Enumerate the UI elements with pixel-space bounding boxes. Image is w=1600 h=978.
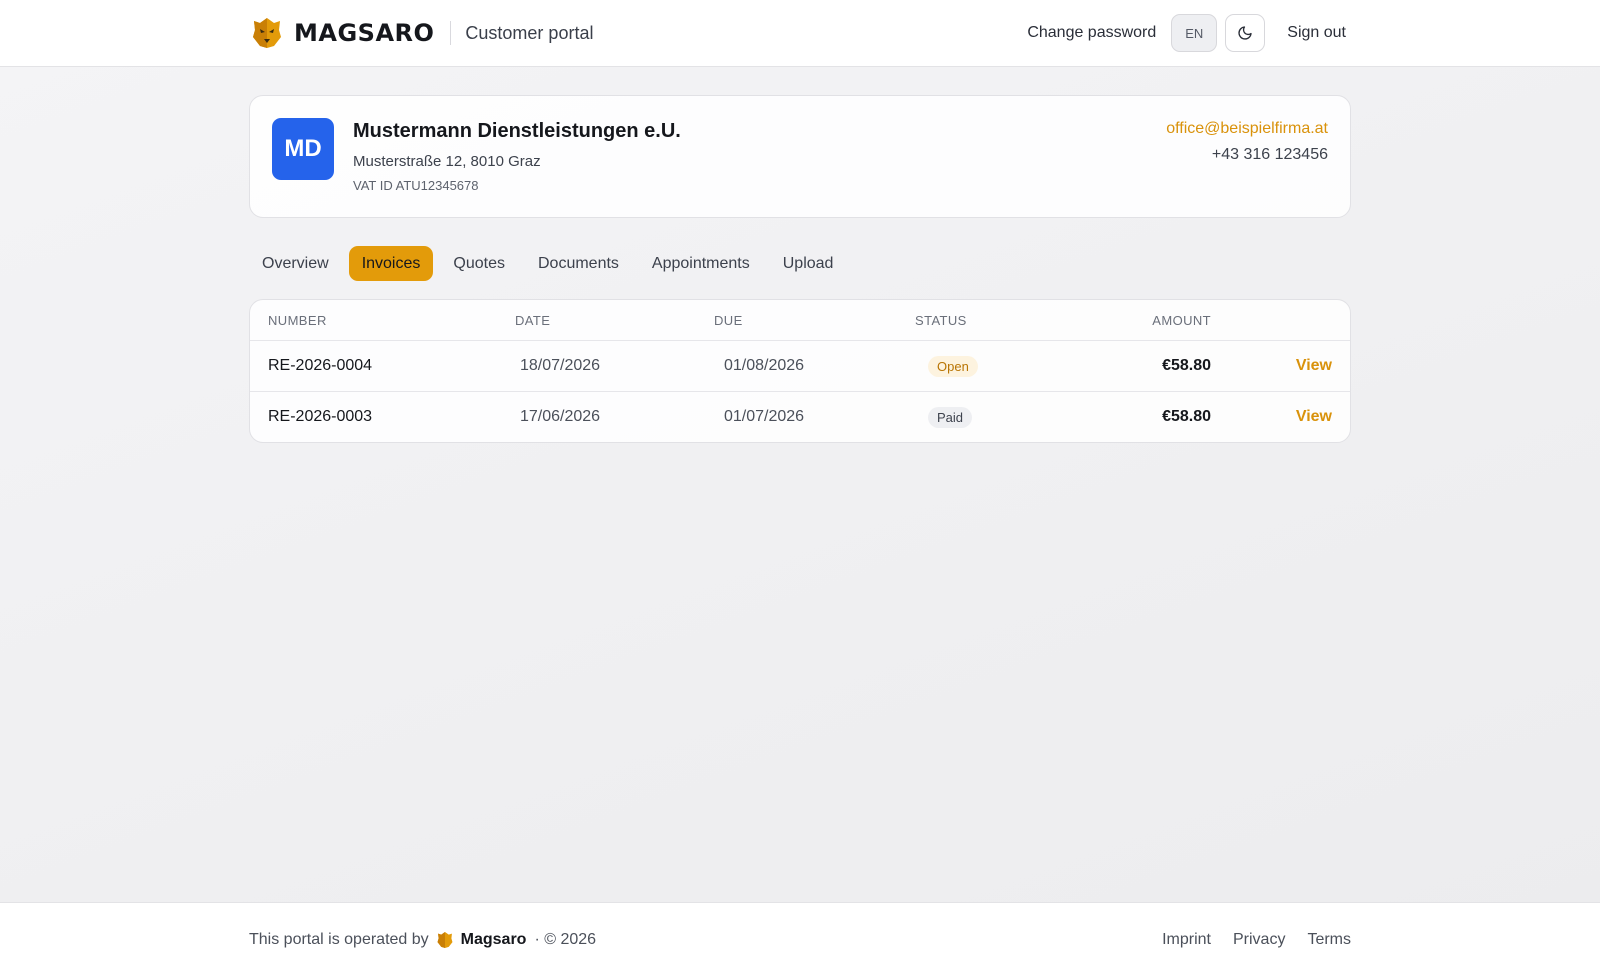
column-header-number: NUMBER bbox=[268, 313, 327, 328]
footer-operated-by-text: This portal is operated by bbox=[249, 931, 429, 948]
view-invoice-link[interactable]: View bbox=[1296, 357, 1332, 375]
table-header: NUMBER DATE DUE STATUS AMOUNT bbox=[250, 300, 1350, 341]
column-header-amount: AMOUNT bbox=[1152, 313, 1211, 328]
footer-links: Imprint Privacy Terms bbox=[1140, 931, 1351, 949]
brand-name: MAGSARO bbox=[294, 19, 435, 47]
customer-name: Mustermann Dienstleistungen e.U. bbox=[353, 120, 681, 142]
footer-operator: This portal is operated by Magsaro · © 2… bbox=[249, 931, 596, 949]
invoice-amount: €58.80 bbox=[1162, 357, 1211, 374]
customer-avatar: MD bbox=[272, 118, 334, 180]
theme-toggle-button[interactable] bbox=[1225, 14, 1266, 52]
table-row: RE-2026-0003 17/06/2026 01/07/2026 Paid … bbox=[250, 392, 1350, 442]
customer-address: Musterstraße 12, 8010 Graz bbox=[353, 153, 541, 170]
invoice-amount: €58.80 bbox=[1162, 408, 1211, 425]
footer-brand-link[interactable]: Magsaro bbox=[461, 931, 527, 949]
footer: This portal is operated by Magsaro · © 2… bbox=[0, 902, 1600, 978]
change-password-link[interactable]: Change password bbox=[1027, 24, 1156, 42]
tab-appointments[interactable]: Appointments bbox=[639, 246, 763, 281]
table-row: RE-2026-0004 18/07/2026 01/08/2026 Open … bbox=[250, 341, 1350, 392]
invoice-number: RE-2026-0003 bbox=[268, 408, 373, 425]
customer-card: MD Mustermann Dienstleistungen e.U. Must… bbox=[249, 95, 1351, 218]
section-tabs: Overview Invoices Quotes Documents Appoi… bbox=[249, 246, 853, 281]
footer-copyright: · © 2026 bbox=[534, 931, 597, 948]
terms-link[interactable]: Terms bbox=[1307, 931, 1351, 949]
tab-overview[interactable]: Overview bbox=[249, 246, 342, 281]
magsaro-logo-icon bbox=[437, 932, 453, 948]
invoice-due-date: 01/08/2026 bbox=[724, 357, 805, 374]
sign-out-link[interactable]: Sign out bbox=[1287, 24, 1346, 42]
customer-vat-id: VAT ID ATU12345678 bbox=[353, 178, 479, 193]
invoices-table: NUMBER DATE DUE STATUS AMOUNT RE-2026-00… bbox=[249, 299, 1351, 443]
brand[interactable]: MAGSARO Customer portal bbox=[252, 16, 593, 50]
invoice-number: RE-2026-0004 bbox=[268, 357, 373, 374]
tab-quotes[interactable]: Quotes bbox=[440, 246, 518, 281]
column-header-date: DATE bbox=[515, 313, 551, 328]
invoice-date: 18/07/2026 bbox=[520, 357, 601, 374]
status-badge: Open bbox=[928, 356, 978, 377]
tab-invoices[interactable]: Invoices bbox=[348, 246, 434, 281]
portal-title: Customer portal bbox=[465, 22, 594, 43]
view-invoice-link[interactable]: View bbox=[1296, 408, 1332, 426]
column-header-due: DUE bbox=[714, 313, 743, 328]
invoice-due-date: 01/07/2026 bbox=[724, 408, 805, 425]
customer-email-link[interactable]: office@beispielfirma.at bbox=[1166, 120, 1328, 138]
language-button[interactable]: EN bbox=[1171, 14, 1218, 52]
moon-icon bbox=[1238, 26, 1252, 40]
column-header-status: STATUS bbox=[915, 313, 967, 328]
invoice-date: 17/06/2026 bbox=[520, 408, 601, 425]
privacy-link[interactable]: Privacy bbox=[1233, 931, 1285, 949]
header-actions: Change password EN Sign out bbox=[1027, 14, 1346, 52]
status-badge: Paid bbox=[928, 407, 973, 428]
customer-phone: +43 316 123456 bbox=[1211, 146, 1328, 163]
top-bar: MAGSARO Customer portal Change password … bbox=[0, 0, 1600, 67]
tab-documents[interactable]: Documents bbox=[525, 246, 632, 281]
brand-divider bbox=[450, 21, 452, 45]
magsaro-logo-icon bbox=[253, 18, 281, 48]
imprint-link[interactable]: Imprint bbox=[1162, 931, 1211, 949]
tab-upload[interactable]: Upload bbox=[770, 246, 847, 281]
